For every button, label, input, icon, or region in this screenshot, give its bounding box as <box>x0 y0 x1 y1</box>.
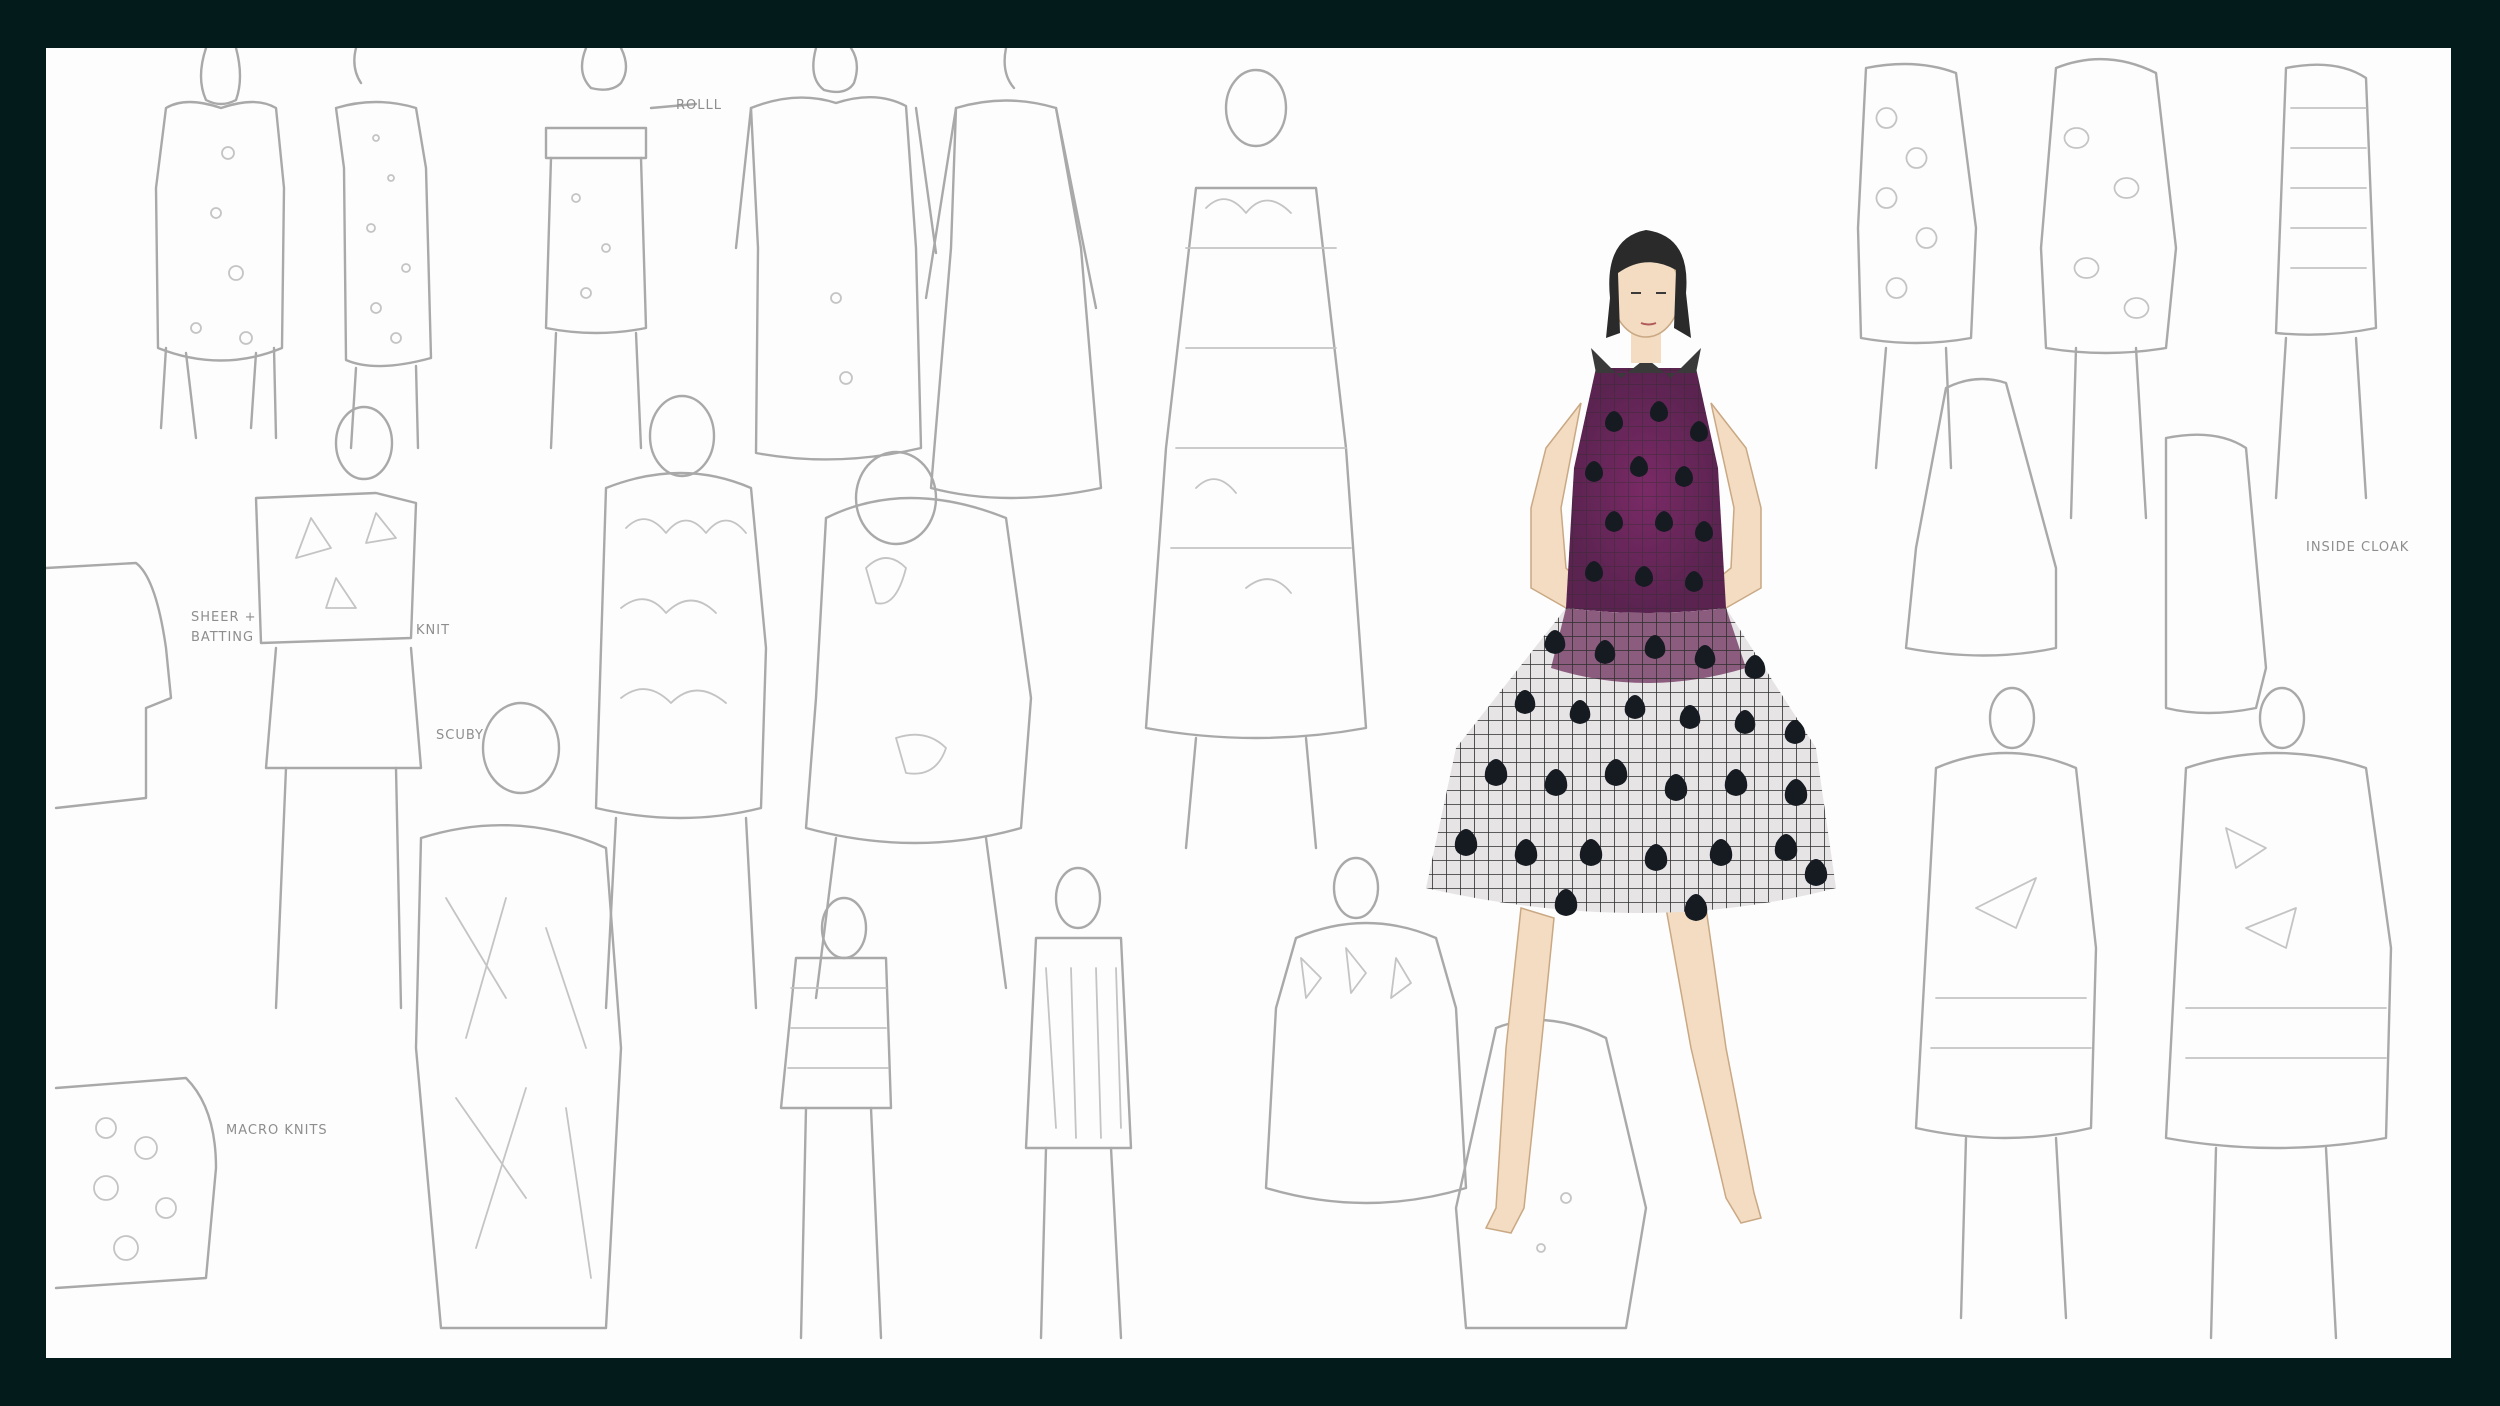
figure-head <box>1606 230 1691 363</box>
figure-legs <box>1484 907 1762 1234</box>
dark-frame: ROLLL SHEER + BATTING KNIT SCUBY MACRO K… <box>0 0 2500 1406</box>
featured-illustration <box>1426 230 1836 1234</box>
sketch-paper: ROLLL SHEER + BATTING KNIT SCUBY MACRO K… <box>46 48 2451 1358</box>
featured-dress <box>1426 348 1836 913</box>
